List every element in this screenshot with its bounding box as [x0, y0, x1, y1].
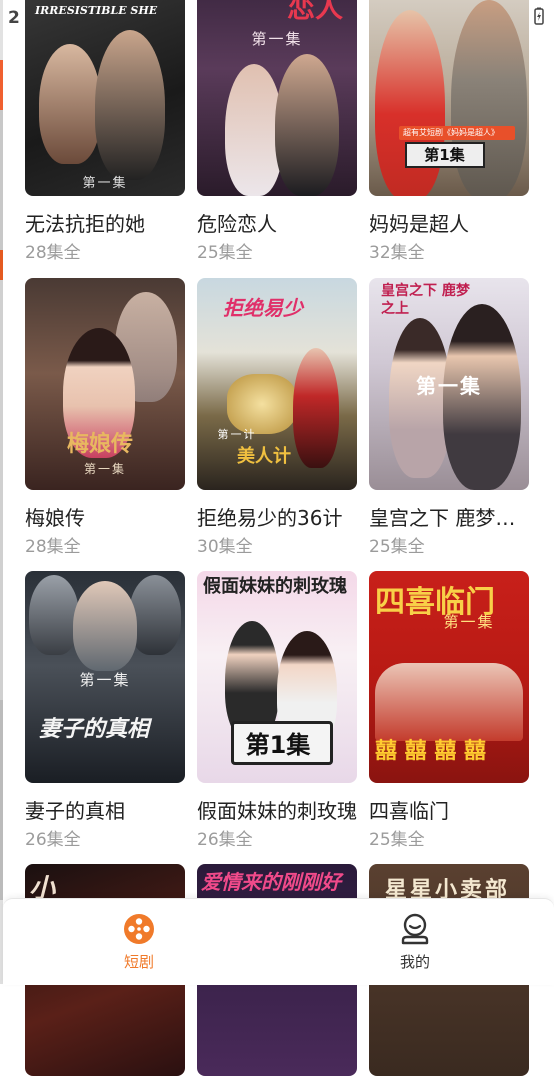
drama-poster[interactable]: 拒绝易少 第一计 美人计 [197, 278, 357, 490]
bottom-tab-bar: 短剧 我的 [3, 898, 554, 985]
tab-label: 短剧 [123, 953, 154, 971]
status-time: 2 [8, 8, 20, 28]
drama-title: 妻子的真相 [25, 799, 125, 823]
episode-count: 32集全 [369, 243, 425, 263]
episode-count: 28集全 [25, 243, 81, 263]
drama-poster[interactable]: 四喜临门 第一集 囍 囍 囍 囍 [369, 571, 529, 783]
background-app-edge [0, 0, 3, 984]
episode-count: 25集全 [197, 243, 253, 263]
drama-poster[interactable]: 皇宫之下 鹿梦之上 第一集 [369, 278, 529, 490]
drama-poster[interactable]: 假面妹妹的刺玫瑰 第1集 [197, 571, 357, 783]
tab-short-drama[interactable]: 短剧 [59, 899, 219, 985]
drama-poster[interactable]: 超有艾短剧《妈妈是超人》 第1集 [369, 0, 529, 196]
drama-title: 拒绝易少的36计 [197, 506, 343, 530]
episode-count: 25集全 [369, 830, 425, 850]
drama-title: 假面妹妹的刺玫瑰 [197, 799, 357, 823]
episode-count: 30集全 [197, 537, 253, 557]
film-reel-icon [124, 914, 154, 944]
episode-count: 26集全 [197, 830, 253, 850]
drama-title: 皇宫之下 鹿梦之上 [369, 506, 529, 530]
drama-poster[interactable]: 恋人 第一集 [197, 0, 357, 196]
user-profile-icon [401, 913, 429, 945]
drama-poster[interactable]: 第一集 妻子的真相 [25, 571, 185, 783]
episode-count: 25集全 [369, 537, 425, 557]
tab-profile[interactable]: 我的 [335, 899, 495, 985]
episode-count: 28集全 [25, 537, 81, 557]
drama-title: 妈妈是超人 [369, 212, 469, 236]
episode-count: 26集全 [25, 830, 81, 850]
drama-title: 梅娘传 [25, 506, 85, 530]
drama-title: 危险恋人 [197, 212, 277, 236]
battery-charging-icon [534, 7, 544, 25]
tab-label: 我的 [399, 953, 430, 971]
drama-poster[interactable]: 梅娘传 第一集 [25, 278, 185, 490]
drama-poster[interactable]: IRRESISTIBLE SHE 第一集 [25, 0, 185, 196]
drama-title: 四喜临门 [369, 799, 449, 823]
drama-title: 无法抗拒的她 [25, 212, 145, 236]
